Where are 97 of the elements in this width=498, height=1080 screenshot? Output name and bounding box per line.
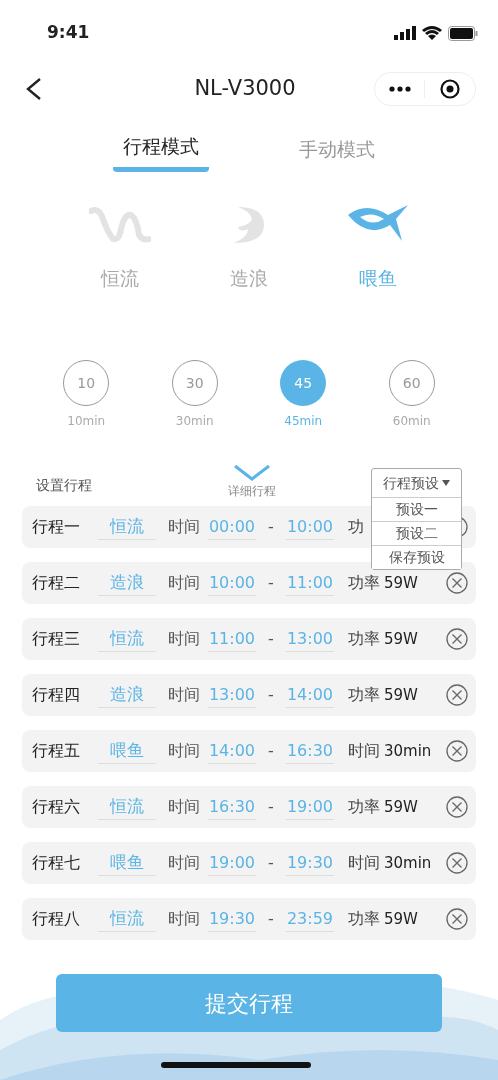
duration-label: 10min	[67, 413, 106, 430]
param-label: 时间	[348, 740, 380, 762]
caret-icon	[442, 480, 450, 486]
mode-option[interactable]: 造浪	[184, 201, 314, 292]
time-separator: -	[267, 516, 275, 538]
time-separator: -	[267, 628, 275, 650]
start-time[interactable]: 19:00	[208, 850, 256, 876]
page-title: NL-V3000	[194, 75, 296, 103]
param-label: 功率	[348, 684, 380, 706]
mode-select[interactable]: 恒流	[98, 793, 156, 821]
start-time[interactable]: 19:30	[208, 906, 256, 932]
start-time[interactable]: 13:00	[208, 682, 256, 708]
time-label: 时间	[168, 628, 200, 650]
mode-tab[interactable]: 行程模式	[113, 132, 209, 172]
row-name: 行程四	[32, 684, 81, 706]
remove-icon[interactable]	[446, 628, 468, 650]
section-title: 设置行程	[36, 476, 92, 495]
remove-icon[interactable]	[446, 796, 468, 818]
time-separator: -	[267, 796, 275, 818]
time-label: 时间	[168, 740, 200, 762]
end-time[interactable]: 13:00	[286, 626, 334, 652]
row-name: 行程八	[32, 908, 81, 930]
param-label: 功	[348, 516, 364, 538]
remove-icon[interactable]	[446, 740, 468, 762]
start-time[interactable]: 00:00	[208, 514, 256, 540]
time-separator: -	[267, 908, 275, 930]
mode-select[interactable]: 恒流	[98, 625, 156, 653]
wifi-icon	[422, 26, 442, 40]
duration-label: 60min	[392, 413, 431, 430]
time-label: 时间	[168, 572, 200, 594]
param-label: 功率	[348, 572, 380, 594]
time-label: 时间	[168, 684, 200, 706]
row-name: 行程一	[32, 516, 81, 538]
start-time[interactable]: 14:00	[208, 738, 256, 764]
time-separator: -	[267, 572, 275, 594]
row-name: 行程二	[32, 572, 81, 594]
param-value: 59W	[384, 628, 418, 650]
duration-button[interactable]: 45	[280, 360, 327, 406]
end-time[interactable]: 14:00	[286, 682, 334, 708]
time-label: 时间	[168, 852, 200, 874]
param-value: 30min	[384, 740, 432, 762]
remove-icon[interactable]	[446, 572, 468, 594]
remove-icon[interactable]	[446, 852, 468, 874]
mode-option[interactable]: 喂鱼	[313, 201, 443, 292]
end-time[interactable]: 19:30	[286, 850, 334, 876]
time-separator: -	[267, 740, 275, 762]
signal-icon	[394, 26, 416, 40]
wave-lines-icon	[88, 204, 151, 243]
mode-select[interactable]: 恒流	[98, 513, 156, 541]
submit-button[interactable]: 提交行程	[56, 974, 442, 1032]
mode-option[interactable]: 恒流	[55, 201, 185, 292]
param-value: 59W	[384, 572, 418, 594]
target-icon	[440, 79, 461, 99]
mode-select[interactable]: 恒流	[98, 905, 156, 933]
end-time[interactable]: 10:00	[286, 514, 334, 540]
row-name: 行程六	[32, 796, 81, 818]
param-value: 59W	[384, 796, 418, 818]
param-label: 功率	[348, 628, 380, 650]
remove-icon[interactable]	[446, 684, 468, 706]
row-name: 行程七	[32, 852, 81, 874]
mode-select[interactable]: 喂鱼	[98, 849, 156, 877]
end-time[interactable]: 23:59	[286, 906, 334, 932]
duration-label: 45min	[284, 413, 323, 430]
row-name: 行程五	[32, 740, 81, 762]
more-icon	[388, 86, 411, 92]
preset-select[interactable]: 行程预设	[372, 469, 461, 497]
time-label: 时间	[168, 796, 200, 818]
mode-select[interactable]: 喂鱼	[98, 737, 156, 765]
mode-tab[interactable]: 手动模式	[289, 132, 385, 172]
chevron-down-icon	[233, 464, 271, 482]
mode-select[interactable]: 造浪	[98, 569, 156, 597]
row-name: 行程三	[32, 628, 81, 650]
param-label: 功率	[348, 796, 380, 818]
preset-option[interactable]: 预设一	[372, 497, 461, 521]
time-label: 时间	[168, 908, 200, 930]
param-label: 时间	[348, 852, 380, 874]
preset-option[interactable]: 预设二	[372, 521, 461, 545]
param-value: 59W	[384, 684, 418, 706]
param-value: 59W	[384, 908, 418, 930]
time-separator: -	[267, 852, 275, 874]
end-time[interactable]: 19:00	[286, 794, 334, 820]
time-separator: -	[267, 684, 275, 706]
end-time[interactable]: 11:00	[286, 570, 334, 596]
start-time[interactable]: 10:00	[208, 570, 256, 596]
time-label: 时间	[168, 516, 200, 538]
start-time[interactable]: 16:30	[208, 794, 256, 820]
remove-icon[interactable]	[446, 908, 468, 930]
end-time[interactable]: 16:30	[286, 738, 334, 764]
mode-select[interactable]: 造浪	[98, 681, 156, 709]
param-label: 功率	[348, 908, 380, 930]
preset-option[interactable]: 保存预设	[372, 545, 461, 569]
param-value: 30min	[384, 852, 432, 874]
status-time: 9:41	[47, 21, 90, 45]
start-time[interactable]: 11:00	[208, 626, 256, 652]
battery-icon	[448, 25, 478, 41]
duration-label: 30min	[175, 413, 214, 430]
detail-toggle[interactable]: 详细行程	[228, 464, 276, 500]
